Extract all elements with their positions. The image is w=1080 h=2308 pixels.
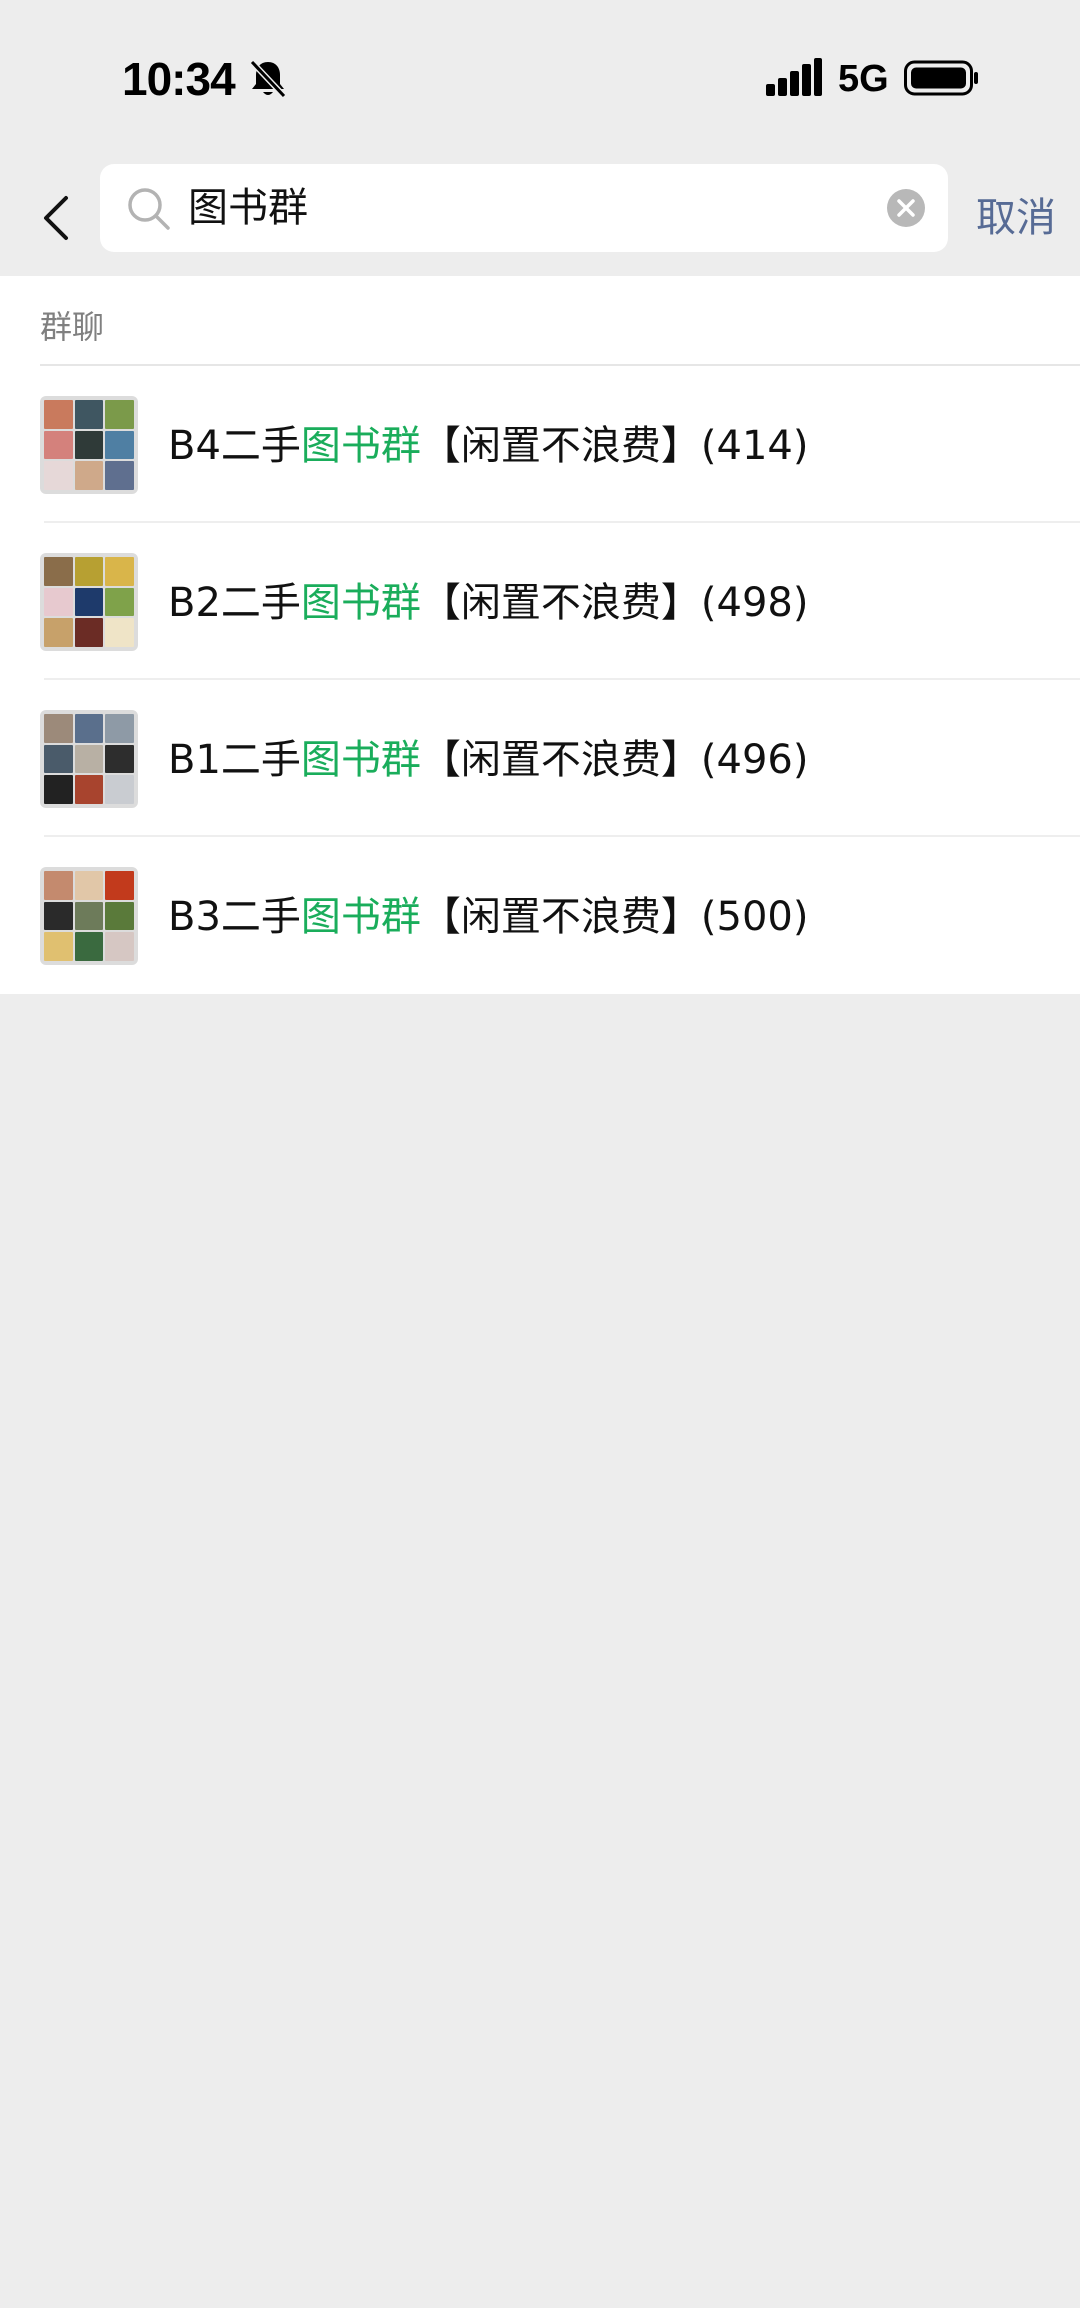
signal-icon [766, 58, 822, 96]
back-button[interactable] [30, 182, 82, 254]
battery-icon [904, 60, 978, 96]
group-avatar [40, 553, 138, 651]
group-chat-row[interactable]: B1二手图书群【闲置不浪费】(496) [0, 680, 1080, 837]
search-results: 群聊 B4二手图书群【闲置不浪费】(414) B2二手图书群【闲置不浪费】(49… [0, 276, 1080, 994]
group-chat-row[interactable]: B4二手图书群【闲置不浪费】(414) [0, 366, 1080, 523]
group-chat-row[interactable]: B2二手图书群【闲置不浪费】(498) [0, 523, 1080, 680]
group-title: B1二手图书群【闲置不浪费】(496) [168, 737, 809, 783]
status-time: 10:34 [122, 53, 236, 105]
network-type: 5G [838, 58, 889, 100]
group-avatar [40, 867, 138, 965]
group-avatar [40, 396, 138, 494]
status-bar: 10:34 5G [0, 0, 1080, 160]
search-field[interactable]: 图书群 [100, 164, 948, 252]
search-icon [128, 188, 170, 230]
search-input[interactable]: 图书群 [188, 164, 788, 252]
group-title: B2二手图书群【闲置不浪费】(498) [168, 580, 809, 626]
back-chevron-icon [44, 196, 68, 240]
section-title: 群聊 [40, 308, 105, 346]
group-avatar [40, 710, 138, 808]
bell-off-icon [249, 59, 287, 99]
group-title: B3二手图书群【闲置不浪费】(500) [168, 894, 809, 940]
search-bar: 图书群 取消 [0, 160, 1080, 276]
group-title: B4二手图书群【闲置不浪费】(414) [168, 423, 809, 469]
clear-icon[interactable] [886, 188, 926, 228]
group-chat-row[interactable]: B3二手图书群【闲置不浪费】(500) [0, 837, 1080, 994]
cancel-button[interactable]: 取消 [976, 182, 1056, 254]
